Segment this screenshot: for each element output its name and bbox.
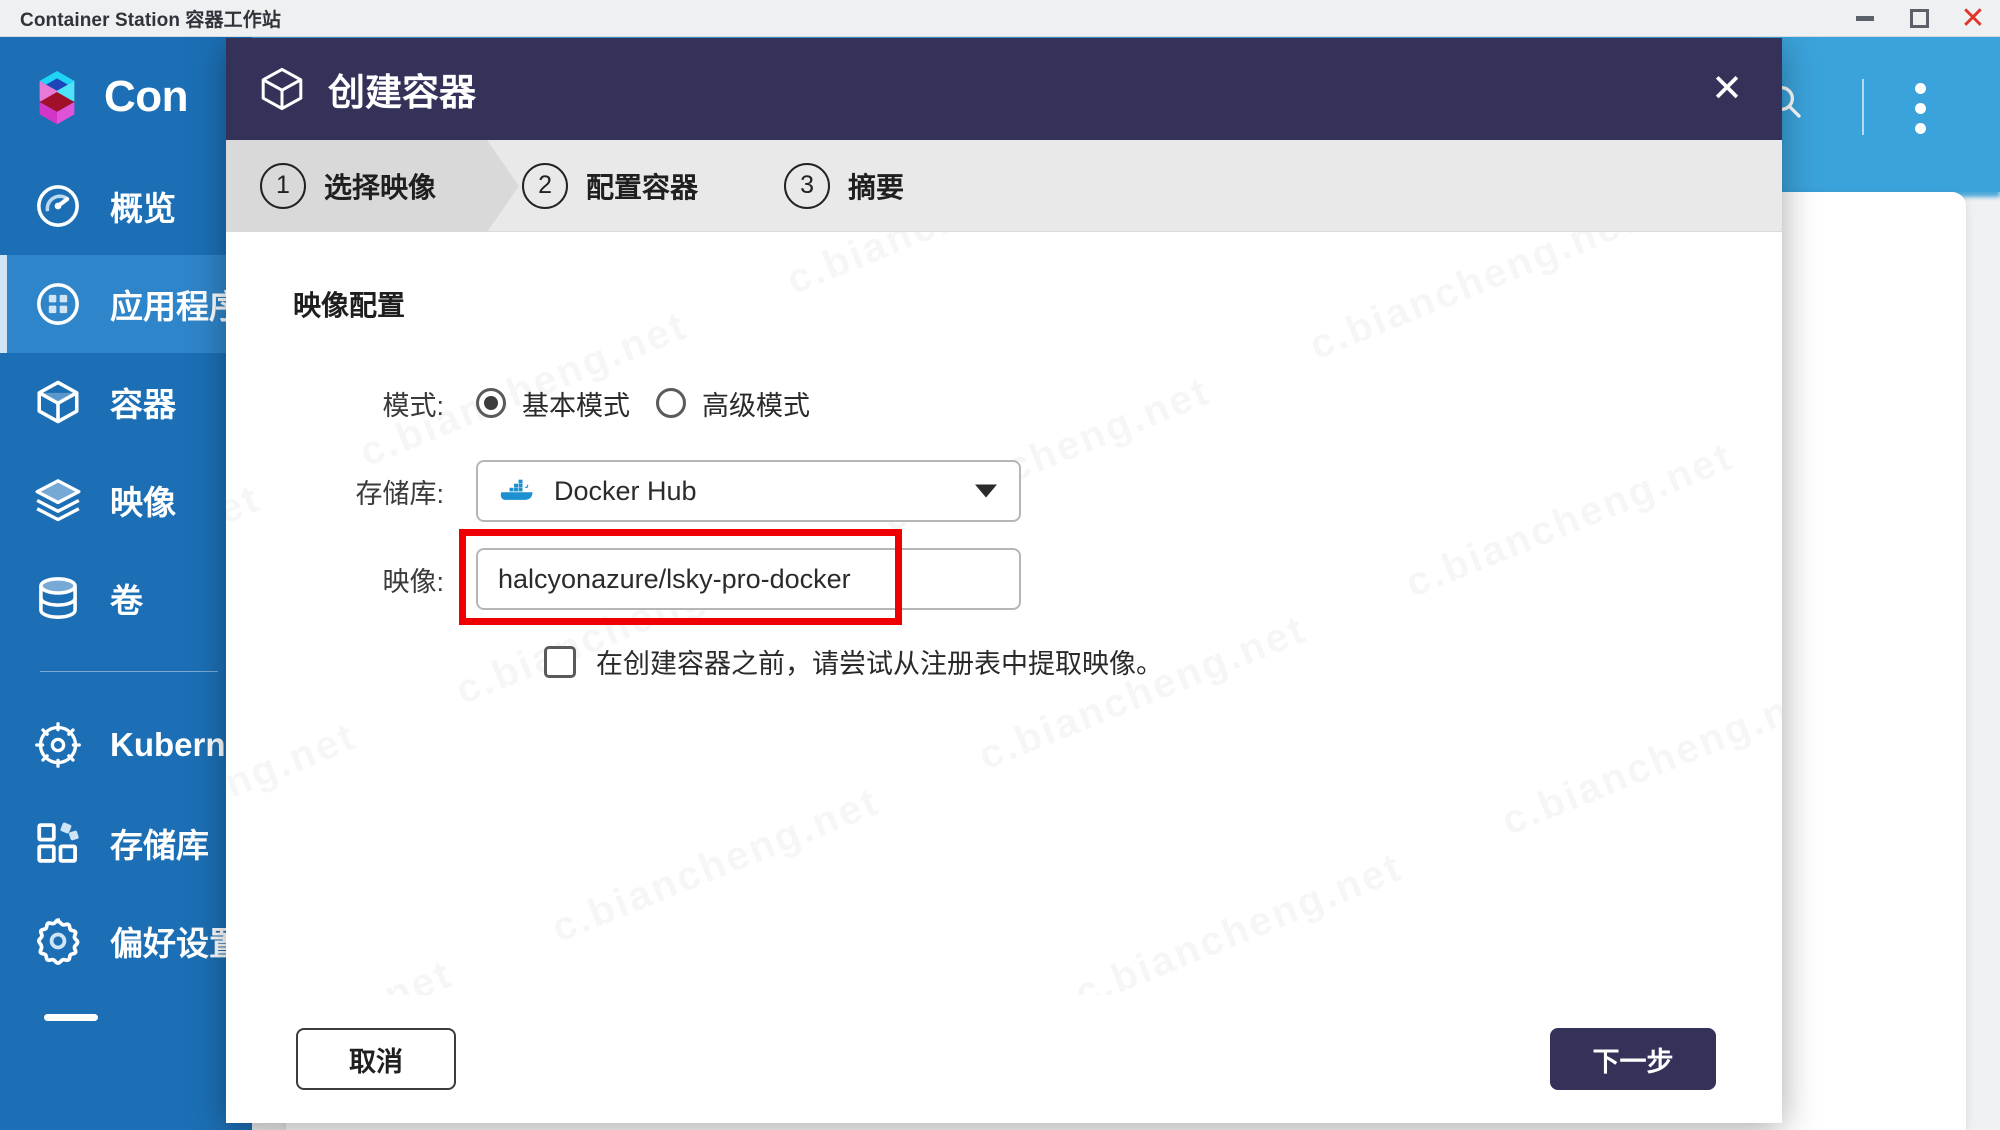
repository-select[interactable]: Docker Hub [476, 460, 1021, 522]
window-titlebar: Container Station 容器工作站 ✕ [0, 0, 2000, 37]
dialog-close-glyph: ✕ [1711, 68, 1743, 110]
create-container-dialog: 创建容器 ✕ 1 选择映像 2 配置容器 3 摘要 c.biancheng.ne… [226, 38, 1782, 1123]
radio-basic-mode[interactable]: 基本模式 [476, 384, 630, 423]
step-number: 2 [522, 162, 569, 209]
app-window: Con 概览 应用程序 容器 映像 卷 Kubernetes 存储库 偏好设置 … [0, 37, 2000, 1130]
wizard-step-1[interactable]: 1 选择映像 [226, 140, 520, 232]
docker-whale-icon [500, 476, 536, 506]
image-label: 映像: [382, 566, 444, 597]
sidebar-item-images[interactable]: 映像 [0, 451, 252, 549]
wizard-step-2[interactable]: 2 配置容器 [488, 140, 750, 231]
container-station-logo [39, 70, 75, 125]
maximize-button[interactable] [1892, 0, 1946, 37]
mode-label: 模式: [382, 390, 444, 421]
image-config-form: 模式: 基本模式 高级模式 存储库: Docker Hub 映像: halcyo… [226, 366, 1782, 681]
sidebar-item-label: 卷 [110, 582, 143, 619]
wizard-steps: 1 选择映像 2 配置容器 3 摘要 [226, 140, 1782, 232]
more-options-icon[interactable] [1915, 83, 1926, 134]
helm-wheel-icon [30, 717, 86, 773]
sidebar-item-registry[interactable]: 存储库 [0, 794, 252, 892]
image-input[interactable] [476, 548, 1021, 610]
radio-selected-icon [476, 388, 506, 418]
dialog-header: 创建容器 ✕ [226, 38, 1782, 140]
minimize-button[interactable] [1838, 0, 1892, 37]
cube-icon [258, 65, 306, 113]
radio-label: 基本模式 [522, 390, 630, 421]
gear-icon [30, 913, 86, 969]
sidebar-item-volumes[interactable]: 卷 [0, 549, 252, 647]
sidebar-item-applications[interactable]: 应用程序 [0, 255, 252, 353]
sidebar: Con 概览 应用程序 容器 映像 卷 Kubernetes 存储库 偏好设置 [0, 37, 292, 1130]
sidebar-divider [40, 671, 218, 672]
window-title: Container Station 容器工作站 [20, 9, 281, 31]
repository-value: Docker Hub [554, 475, 697, 506]
step-number: 3 [784, 162, 831, 209]
toolbar-divider [1862, 79, 1864, 135]
sidebar-item-label: 映像 [110, 484, 176, 521]
dialog-footer: 取消 下一步 [226, 995, 1782, 1123]
dialog-title: 创建容器 [328, 72, 476, 113]
cancel-button[interactable]: 取消 [296, 1028, 456, 1090]
registry-icon [30, 815, 86, 871]
section-title: 映像配置 [293, 290, 406, 321]
chevron-down-icon [975, 484, 997, 498]
database-icon [30, 570, 86, 626]
repository-row: 存储库: Docker Hub [226, 454, 1782, 528]
dialog-body: c.biancheng.net c.biancheng.net c.bianch… [226, 232, 1782, 995]
step-label: 摘要 [848, 171, 905, 203]
sidebar-item-kubernetes[interactable]: Kubernetes [0, 696, 292, 794]
sidebar-item-preferences[interactable]: 偏好设置 [0, 892, 252, 990]
gauge-icon [30, 178, 86, 234]
next-button[interactable]: 下一步 [1550, 1028, 1716, 1090]
minimize-icon [1856, 16, 1874, 21]
sidebar-item-label: 应用程序 [110, 288, 242, 325]
checkbox-unchecked-icon [544, 645, 576, 678]
radio-unselected-icon [656, 388, 686, 418]
image-input-wrap [459, 529, 1021, 625]
wizard-step-3[interactable]: 3 摘要 [750, 140, 956, 231]
pull-image-checkbox-label: 在创建容器之前，请尝试从注册表中提取映像。 [596, 649, 1163, 679]
mode-row: 模式: 基本模式 高级模式 [226, 366, 1782, 440]
cube-icon [30, 374, 86, 430]
brand-label: Con [104, 72, 189, 121]
close-button[interactable]: ✕ [1946, 0, 2000, 37]
pull-image-checkbox-row[interactable]: 在创建容器之前，请尝试从注册表中提取映像。 [544, 642, 1782, 681]
sidebar-item-containers[interactable]: 容器 [0, 353, 252, 451]
layers-icon [30, 472, 86, 528]
radio-advanced-mode[interactable]: 高级模式 [656, 384, 810, 423]
repository-label: 存储库: [355, 478, 444, 509]
grid-apps-icon [30, 276, 86, 332]
sidebar-item-label: 概览 [110, 190, 176, 227]
sidebar-item-label: 存储库 [110, 827, 209, 864]
step-number: 1 [260, 162, 306, 209]
step-label: 选择映像 [324, 171, 437, 203]
sidebar-item-overview[interactable]: 概览 [0, 157, 252, 255]
sidebar-item-label: 容器 [110, 386, 176, 423]
close-icon: ✕ [1960, 1, 1986, 35]
window-controls: ✕ [1838, 0, 2000, 37]
image-row: 映像: [226, 529, 1782, 625]
sidebar-item-label: 偏好设置 [110, 925, 242, 962]
radio-label: 高级模式 [702, 390, 810, 421]
step-label: 配置容器 [586, 171, 699, 203]
maximize-icon [1909, 9, 1929, 28]
sidebar-collapse-handle[interactable] [44, 1014, 98, 1021]
brand: Con [0, 37, 252, 157]
close-icon[interactable]: ✕ [1704, 66, 1750, 112]
mode-radio-group: 基本模式 高级模式 [476, 384, 810, 423]
